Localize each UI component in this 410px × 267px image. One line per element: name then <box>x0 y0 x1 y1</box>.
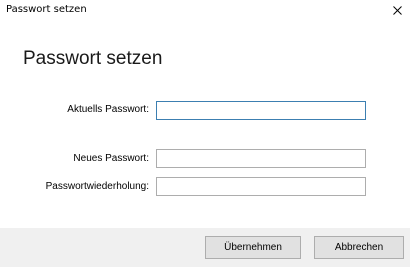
apply-button[interactable]: Übernehmen <box>205 236 301 259</box>
new-password-field[interactable] <box>156 149 366 168</box>
repeat-password-label: Passwortwiederholung: <box>45 181 149 192</box>
dialog-heading: Passwort setzen <box>23 48 163 69</box>
close-button[interactable] <box>384 0 410 22</box>
set-password-dialog: Passwort setzen Passwort setzen Aktuells… <box>0 0 410 267</box>
window-title: Passwort setzen <box>6 4 87 15</box>
current-password-field[interactable] <box>156 101 366 120</box>
dialog-footer: Übernehmen Abbrechen <box>0 228 410 267</box>
title-bar: Passwort setzen <box>0 0 410 22</box>
cancel-button[interactable]: Abbrechen <box>314 236 404 259</box>
close-icon <box>393 6 402 15</box>
current-password-label: Aktuells Passwort: <box>67 104 149 115</box>
new-password-label: Neues Passwort: <box>73 153 149 164</box>
repeat-password-field[interactable] <box>156 177 366 196</box>
